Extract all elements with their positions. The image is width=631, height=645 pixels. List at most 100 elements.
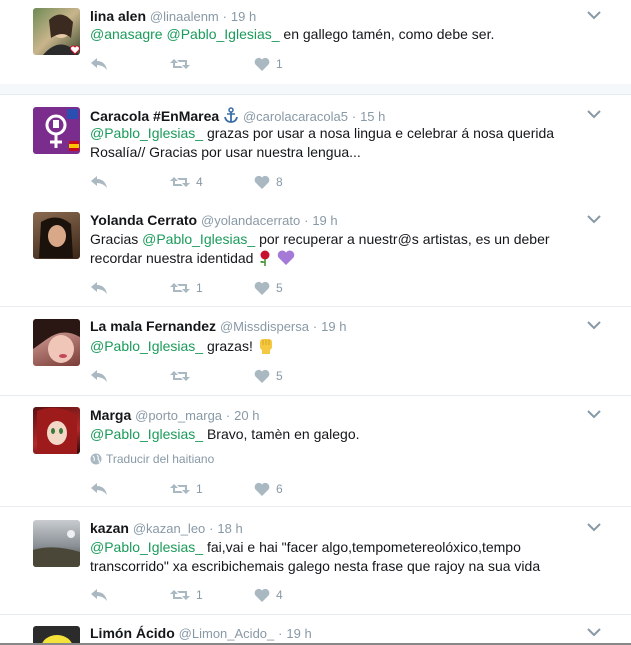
chevron-down-icon[interactable] bbox=[587, 627, 601, 637]
tweet[interactable]: Caracola #EnMarea @carolacaracola5 · 15 … bbox=[0, 94, 631, 202]
timestamp[interactable]: 19 h bbox=[321, 319, 346, 334]
user-handle[interactable]: @yolandacerrato bbox=[201, 213, 300, 228]
mention-link[interactable]: @Pablo_Iglesias_ bbox=[90, 338, 203, 354]
separator: · bbox=[304, 213, 309, 228]
avatar[interactable] bbox=[33, 626, 80, 643]
tweet-text: @anasagre @Pablo_Iglesias_ en gallego ta… bbox=[90, 25, 590, 44]
separator: · bbox=[209, 521, 214, 536]
heart-icon bbox=[254, 369, 270, 383]
chevron-down-icon[interactable] bbox=[587, 522, 601, 532]
avatar[interactable] bbox=[33, 212, 80, 259]
mention-link[interactable]: @Pablo_Iglesias_ bbox=[90, 426, 203, 442]
heart-icon bbox=[254, 281, 270, 295]
display-name[interactable]: Limón Ácido bbox=[90, 625, 175, 641]
retweet-button[interactable]: 1 bbox=[170, 280, 203, 296]
retweet-button[interactable] bbox=[170, 368, 196, 384]
chevron-down-icon[interactable] bbox=[587, 109, 601, 119]
retweet-button[interactable] bbox=[170, 56, 196, 72]
retweet-icon bbox=[170, 283, 190, 293]
display-name[interactable]: lina alen bbox=[90, 8, 146, 24]
reply-button[interactable] bbox=[90, 280, 108, 296]
reply-button[interactable] bbox=[90, 56, 108, 72]
reply-button[interactable] bbox=[90, 368, 108, 384]
user-handle[interactable]: @linaalenm bbox=[150, 9, 219, 24]
reply-button[interactable] bbox=[90, 481, 108, 497]
like-button[interactable]: 5 bbox=[254, 368, 283, 384]
separator: · bbox=[222, 9, 227, 24]
tweet-text: @Pablo_Iglesias_ grazas por usar a nosa … bbox=[90, 124, 590, 162]
avatar[interactable] bbox=[33, 520, 80, 567]
separator: · bbox=[351, 109, 357, 124]
tweet-actions: 1 4 bbox=[90, 587, 390, 603]
tweet-actions: 5 bbox=[90, 368, 390, 384]
display-name[interactable]: Marga bbox=[90, 407, 131, 423]
tweet-header: Caracola #EnMarea @carolacaracola5 · 15 … bbox=[90, 107, 385, 124]
display-name[interactable]: La mala Fernandez bbox=[90, 318, 216, 334]
timestamp[interactable]: 18 h bbox=[217, 521, 242, 536]
like-button[interactable]: 6 bbox=[254, 481, 283, 497]
tweet-actions: 1 bbox=[90, 56, 390, 72]
tweet[interactable]: kazan @kazan_leo · 18 h @Pablo_Iglesias_… bbox=[0, 507, 631, 615]
timestamp[interactable]: 19 h bbox=[231, 9, 256, 24]
tweet[interactable]: Yolanda Cerrato @yolandacerrato · 19 h G… bbox=[0, 201, 631, 307]
translate-label[interactable]: Traducir del haitiano bbox=[106, 452, 214, 466]
tweet-header: Limón Ácido @Limon_Acido_ · 19 h bbox=[90, 625, 312, 641]
tweet[interactable]: Limón Ácido @Limon_Acido_ · 19 h bbox=[0, 615, 631, 643]
chevron-down-icon[interactable] bbox=[587, 320, 601, 330]
mention-link[interactable]: @anasagre @Pablo_Iglesias_ bbox=[90, 26, 280, 42]
user-handle[interactable]: @kazan_leo bbox=[133, 521, 205, 536]
mention-link[interactable]: @Pablo_Iglesias_ bbox=[90, 539, 203, 555]
mention-link[interactable]: @Pablo_Iglesias_ bbox=[142, 231, 255, 247]
chevron-down-icon[interactable] bbox=[587, 409, 601, 419]
reply-button[interactable] bbox=[90, 174, 108, 190]
display-name[interactable]: Caracola #EnMarea bbox=[90, 108, 219, 124]
avatar-photo bbox=[33, 530, 80, 567]
user-handle[interactable]: @Limon_Acido_ bbox=[179, 626, 275, 641]
like-count: 5 bbox=[276, 369, 283, 383]
retweet-button[interactable]: 1 bbox=[170, 481, 203, 497]
tweet-header: kazan @kazan_leo · 18 h bbox=[90, 520, 243, 536]
user-handle[interactable]: @Missdispersa bbox=[220, 319, 309, 334]
reply-icon bbox=[91, 282, 107, 294]
user-handle[interactable]: @carolacaracola5 bbox=[243, 109, 348, 124]
separator: · bbox=[312, 319, 318, 334]
timestamp[interactable]: 20 h bbox=[234, 408, 259, 423]
tweet[interactable]: Marga @porto_marga · 20 h @Pablo_Iglesia… bbox=[0, 396, 631, 507]
reply-icon bbox=[91, 589, 107, 601]
heart-icon bbox=[254, 482, 270, 496]
like-button[interactable]: 8 bbox=[254, 174, 283, 190]
chevron-down-icon[interactable] bbox=[587, 10, 601, 20]
retweet-count: 4 bbox=[196, 175, 203, 189]
timestamp[interactable]: 19 h bbox=[312, 213, 337, 228]
heart-badge-icon bbox=[70, 45, 80, 55]
retweet-button[interactable]: 4 bbox=[170, 174, 203, 190]
heart-icon bbox=[254, 57, 270, 71]
heart-icon bbox=[254, 175, 270, 189]
feminist-symbol-avatar bbox=[45, 109, 79, 151]
translate-link[interactable]: Traducir del haitiano bbox=[90, 452, 214, 466]
display-name[interactable]: Yolanda Cerrato bbox=[90, 212, 197, 228]
like-button[interactable]: 1 bbox=[254, 56, 283, 72]
reply-button[interactable] bbox=[90, 587, 108, 603]
user-handle[interactable]: @porto_marga bbox=[135, 408, 222, 423]
anchor-emoji bbox=[224, 107, 238, 123]
tweet[interactable]: lina alen @linaalenm · 19 h @anasagre @P… bbox=[0, 0, 631, 84]
avatar[interactable] bbox=[33, 319, 80, 366]
chevron-down-icon[interactable] bbox=[587, 214, 601, 224]
display-name[interactable]: kazan bbox=[90, 520, 129, 536]
like-button[interactable]: 4 bbox=[254, 587, 283, 603]
timestamp[interactable]: 19 h bbox=[286, 626, 311, 641]
separator: · bbox=[225, 408, 231, 423]
avatar[interactable] bbox=[33, 8, 80, 55]
tweet[interactable]: La mala Fernandez @Missdispersa · 19 h @… bbox=[0, 307, 631, 396]
retweet-button[interactable]: 1 bbox=[170, 587, 203, 603]
retweet-count: 1 bbox=[196, 281, 203, 295]
avatar[interactable] bbox=[33, 107, 80, 154]
mention-link[interactable]: @Pablo_Iglesias_ bbox=[90, 125, 203, 141]
rose-emoji bbox=[260, 250, 270, 266]
tweet-actions: 1 6 bbox=[90, 481, 390, 497]
avatar[interactable] bbox=[33, 407, 80, 454]
tweet-header: Marga @porto_marga · 20 h bbox=[90, 407, 259, 423]
timestamp[interactable]: 15 h bbox=[360, 109, 385, 124]
like-button[interactable]: 5 bbox=[254, 280, 283, 296]
